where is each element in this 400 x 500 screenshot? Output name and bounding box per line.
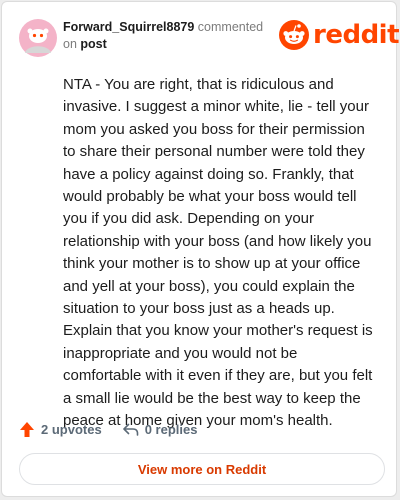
user-avatar-icon[interactable] bbox=[19, 19, 57, 57]
commented-label: commented bbox=[197, 20, 264, 34]
reply-count: 0 replies bbox=[144, 421, 198, 437]
username-link[interactable]: Forward_Squirrel8879 bbox=[63, 20, 194, 34]
upvote-count: 2 upvotes bbox=[41, 421, 102, 437]
view-more-button[interactable]: View more on Reddit bbox=[19, 453, 385, 485]
comment-meta: Forward_Squirrel8879 commented on post bbox=[63, 19, 273, 53]
reddit-logo[interactable]: reddit bbox=[279, 18, 400, 52]
reddit-wordmark: reddit bbox=[313, 20, 400, 50]
upvote-button[interactable]: 2 upvotes bbox=[19, 421, 102, 438]
comment-embed-card: Forward_Squirrel8879 commented on post r… bbox=[1, 1, 400, 497]
reply-button[interactable]: 0 replies bbox=[122, 421, 198, 437]
post-link[interactable]: post bbox=[80, 37, 106, 51]
upvote-arrow-icon bbox=[20, 421, 34, 437]
reply-arrow-icon bbox=[122, 423, 138, 436]
comment-body: NTA - You are right, that is ridiculous … bbox=[63, 76, 373, 430]
reddit-snoo-icon bbox=[279, 20, 309, 50]
on-label: on bbox=[63, 37, 77, 51]
comment-actions: 2 upvotes 0 replies bbox=[19, 418, 197, 440]
